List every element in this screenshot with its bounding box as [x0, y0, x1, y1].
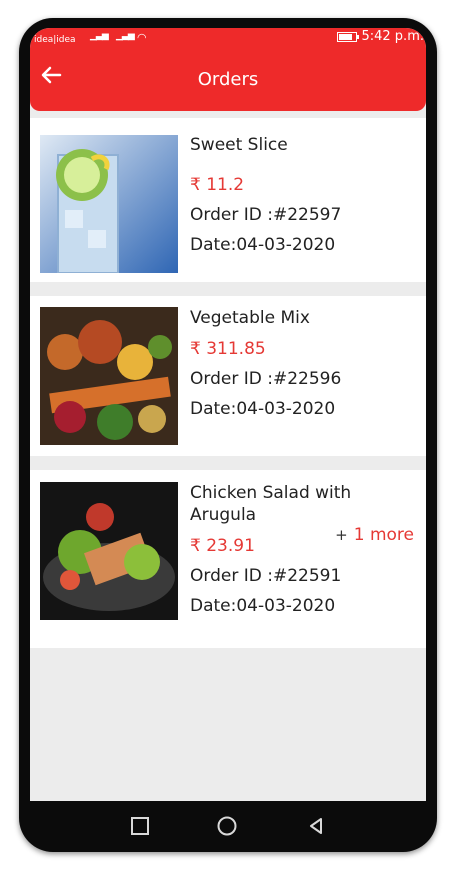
order-info: Sweet Slice ₹ 11.2 Order ID :#22597 Date… — [190, 134, 418, 255]
order-card[interactable]: Vegetable Mix ₹ 311.85 Order ID :#22596 … — [30, 296, 426, 456]
page-title: Orders — [197, 69, 259, 90]
order-date: Date:04-03-2020 — [190, 399, 336, 419]
status-right: 5:42 p.m. — [337, 29, 424, 44]
order-id: Order ID :#22596 — [190, 369, 342, 389]
system-nav-bar — [30, 801, 426, 852]
wifi-icon: ◠ — [137, 31, 147, 44]
order-image-vegetables — [40, 307, 178, 445]
more-items-label: 1 more — [353, 525, 414, 545]
square-icon[interactable] — [129, 815, 151, 837]
signal-icon: ▁▃▅ — [90, 31, 109, 41]
battery-icon — [337, 31, 360, 42]
order-price: ₹ 311.85 — [190, 339, 266, 359]
plus-icon: + — [335, 526, 348, 544]
status-bar: idea|idea ▁▃▅ ▁▃▅ ◠ 5:42 p.m. — [30, 28, 426, 48]
order-card[interactable]: Sweet Slice ₹ 11.2 Order ID :#22597 Date… — [30, 118, 426, 282]
order-card[interactable]: Chicken Salad with Arugula ₹ 23.91 Order… — [30, 470, 426, 648]
order-date: Date:04-03-2020 — [190, 235, 336, 255]
order-info: Vegetable Mix ₹ 311.85 Order ID :#22596 … — [190, 307, 418, 419]
order-price: ₹ 11.2 — [190, 175, 245, 195]
order-image-drink — [40, 135, 178, 273]
order-info: Chicken Salad with Arugula ₹ 23.91 Order… — [190, 482, 418, 616]
order-id: Order ID :#22591 — [190, 566, 342, 586]
signal-icon-2: ▁▃▅ — [116, 31, 135, 41]
app-bar: Orders — [30, 48, 426, 111]
triangle-back-icon[interactable] — [305, 815, 327, 837]
more-items-link[interactable]: +1 more — [335, 525, 414, 545]
circle-icon[interactable] — [216, 815, 238, 837]
app-screen: idea|idea ▁▃▅ ▁▃▅ ◠ 5:42 p.m. Orders Swe… — [30, 28, 426, 801]
order-name: Chicken Salad with Arugula — [190, 483, 352, 525]
carrier-label: idea|idea — [34, 35, 76, 45]
order-date: Date:04-03-2020 — [190, 596, 336, 616]
order-id: Order ID :#22597 — [190, 205, 342, 225]
order-image-salad — [40, 482, 178, 620]
order-name: Sweet Slice — [190, 135, 288, 155]
order-name: Vegetable Mix — [190, 308, 310, 328]
status-time: 5:42 p.m. — [361, 29, 424, 44]
